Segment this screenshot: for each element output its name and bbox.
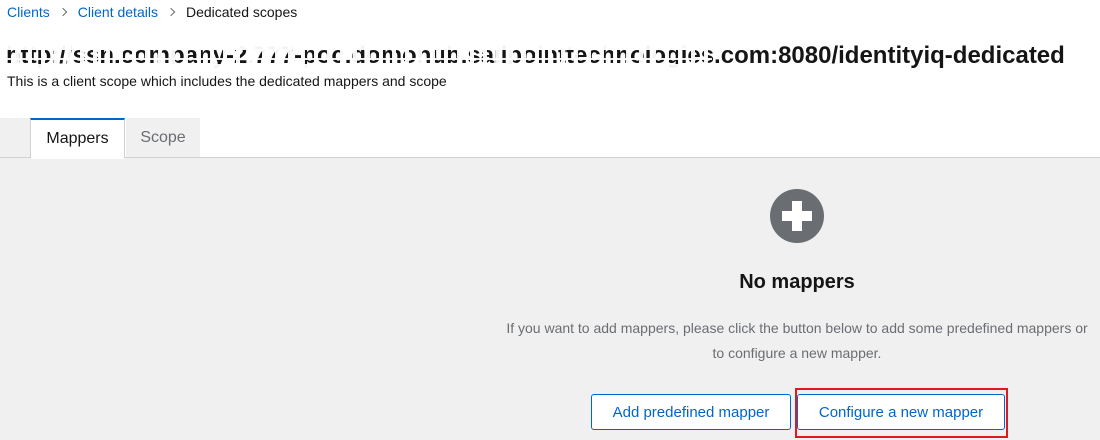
breadcrumb-current: Dedicated scopes (185, 4, 298, 20)
configure-new-mapper-button[interactable]: Configure a new mapper (797, 394, 1005, 430)
tab-scope[interactable]: Scope (126, 118, 200, 157)
chevron-right-icon (58, 7, 68, 17)
plus-circle-icon (770, 189, 824, 243)
page-title-wrapper: http://ssn.company-2.777-poc.domonub.sai… (6, 40, 1065, 72)
empty-state-title: No mappers (739, 271, 855, 293)
add-predefined-mapper-button[interactable]: Add predefined mapper (591, 394, 791, 430)
page-subtitle: This is a client scope which includes th… (7, 73, 447, 89)
tab-bar: Mappers Scope (0, 118, 1100, 159)
breadcrumb-client-details[interactable]: Client details (78, 4, 158, 20)
breadcrumb-clients[interactable]: Clients (7, 4, 50, 20)
empty-state-body: If you want to add mappers, please click… (506, 320, 1088, 361)
page-title: http://ssn.company-2.777-poc.domonub.sai… (6, 42, 1065, 69)
tab-mappers[interactable]: Mappers (30, 118, 125, 159)
breadcrumb: Clients Client details Dedicated scopes (7, 3, 297, 21)
chevron-right-icon (166, 7, 176, 17)
tab-bar-fill (0, 118, 30, 157)
